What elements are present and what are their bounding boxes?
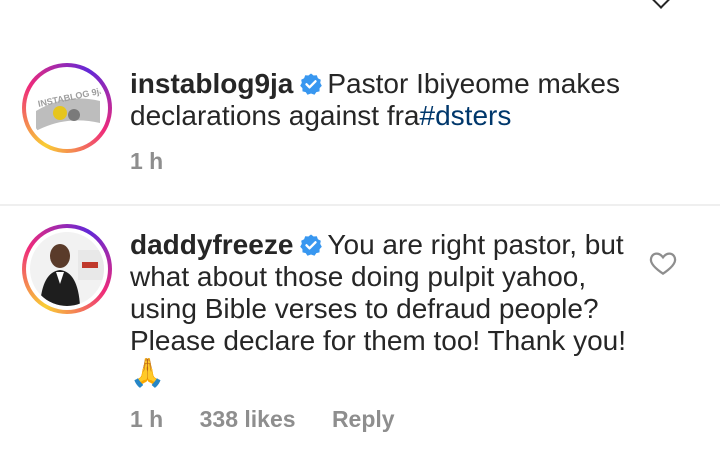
- avatar[interactable]: [22, 224, 112, 314]
- emoji: 🙏: [130, 357, 165, 388]
- reply-button[interactable]: Reply: [332, 406, 395, 432]
- divider: [0, 204, 720, 206]
- verified-badge-icon: [300, 234, 323, 256]
- timestamp: 1 h: [130, 406, 164, 432]
- instablog-logo: INSTABLOG 9ja: [30, 71, 104, 145]
- comment-text: daddyfreeze You are right pastor, but wha…: [130, 229, 640, 389]
- verified-badge-icon: [300, 73, 323, 95]
- comment-meta: 1 h 338 likes Reply: [130, 406, 425, 433]
- username-instablog9ja[interactable]: instablog9ja: [130, 68, 293, 99]
- timestamp: 1 h: [130, 148, 164, 174]
- caption-text: instablog9ja Pastor Ibiyeome makes declar…: [130, 68, 650, 132]
- avatar[interactable]: INSTABLOG 9ja: [22, 63, 112, 153]
- likes-count[interactable]: 338 likes: [200, 406, 296, 432]
- username-daddyfreeze[interactable]: daddyfreeze: [130, 229, 293, 260]
- hashtag-link[interactable]: #dsters: [420, 100, 512, 131]
- caption-comment: INSTABLOG 9ja instablog9ja Pastor Ibiyeom…: [0, 60, 720, 190]
- chevron-down-icon[interactable]: [651, 0, 671, 9]
- comment-item: daddyfreeze You are right pastor, but wha…: [0, 220, 720, 449]
- top-bar: [0, 0, 720, 10]
- avatar-photo: [30, 232, 104, 306]
- heart-outline-icon[interactable]: [648, 248, 678, 278]
- caption-meta: 1 h: [130, 148, 193, 175]
